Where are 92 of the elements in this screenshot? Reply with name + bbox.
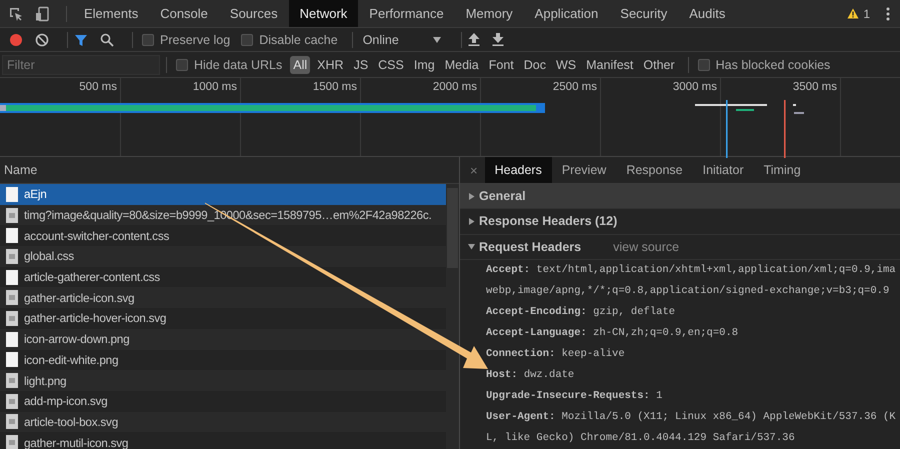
column-header[interactable]: Name: [4, 163, 38, 177]
header-line: L, like Gecko) Chrome/81.0.4044.129 Safari/537.36: [485, 430, 796, 446]
checkbox-label[interactable]: Hide data URLs: [194, 58, 282, 72]
time-tick: 2000 ms: [432, 80, 478, 93]
filter-field[interactable]: Filter: [2, 54, 160, 74]
panel-tab[interactable]: Elements: [73, 0, 150, 27]
checkbox[interactable]: [142, 34, 154, 46]
warning-icon: [847, 8, 860, 19]
checkbox[interactable]: [176, 58, 188, 70]
warning-counter[interactable]: 1: [847, 6, 870, 20]
image-file-icon: [6, 414, 18, 430]
checkbox-label[interactable]: Disable cache: [259, 32, 338, 46]
image-file-icon: [6, 435, 18, 449]
image-file-icon: [6, 248, 18, 264]
document-icon: [6, 332, 18, 347]
type-filter[interactable]: Img: [410, 56, 438, 74]
document-icon: [6, 228, 18, 244]
type-filter[interactable]: Doc: [520, 56, 549, 74]
panel-tab[interactable]: Network: [288, 0, 358, 27]
document-icon: [6, 352, 18, 368]
header-line: Host: dwz.date: [485, 368, 576, 383]
section-title[interactable]: Response Headers (12): [479, 214, 618, 228]
header-line: Accept: text/html,application/xhtml+xml,application/xml;q=0.9,ima: [485, 262, 897, 278]
image-file-icon: [6, 208, 18, 223]
scrollbar[interactable]: [446, 184, 459, 449]
detail-tab[interactable]: Preview: [552, 157, 616, 183]
time-tick: 3000 ms: [672, 80, 718, 93]
type-filter[interactable]: WS: [553, 56, 580, 74]
panel-tab[interactable]: Console: [149, 0, 219, 27]
checkbox[interactable]: [698, 58, 710, 70]
expanded-triangle-icon[interactable]: [468, 243, 475, 250]
header-line: Connection: keep-alive: [485, 346, 626, 362]
panel-tab[interactable]: Memory: [454, 0, 524, 27]
device-icon[interactable]: [34, 6, 50, 22]
header-line: webp,image/apng,*/*;q=0.8,application/signed-exchange;v=b3;q=0.9: [485, 284, 890, 299]
image-file-icon: [6, 290, 18, 306]
type-filter[interactable]: XHR: [314, 56, 347, 74]
request-row[interactable]: article-tool-box.svg: [0, 412, 446, 432]
detail-tab[interactable]: Response: [616, 157, 693, 183]
caret-icon: [432, 36, 441, 42]
header-line: Accept-Language: zh-CN,zh;q=0.9,en;q=0.8: [485, 326, 740, 341]
checkbox[interactable]: [241, 34, 254, 46]
detail-tab[interactable]: Headers: [484, 157, 552, 183]
detail-tab[interactable]: Initiator: [692, 157, 754, 183]
request-row[interactable]: aEjn: [0, 184, 446, 205]
inspect-icon[interactable]: [8, 6, 24, 22]
section-title[interactable]: Request Headers: [479, 240, 582, 254]
header-line: Accept-Encoding: gzip, deflate: [485, 304, 676, 320]
type-filter[interactable]: CSS: [375, 56, 407, 74]
request-row[interactable]: icon-arrow-down.png: [0, 328, 446, 350]
more-menu-icon[interactable]: [886, 6, 890, 20]
request-row[interactable]: global.css: [0, 246, 446, 267]
clear-icon[interactable]: [35, 32, 49, 46]
type-filter[interactable]: JS: [350, 56, 372, 74]
document-icon: [6, 270, 18, 285]
time-tick: 500 ms: [79, 80, 118, 93]
time-tick: 3500 ms: [792, 80, 838, 93]
request-row[interactable]: gather-article-icon.svg: [0, 287, 446, 308]
type-filter[interactable]: Media: [442, 56, 482, 74]
type-filter[interactable]: All: [290, 56, 310, 74]
image-file-icon: [6, 373, 18, 388]
checkbox-label[interactable]: Has blocked cookies: [716, 58, 830, 72]
upload-icon[interactable]: [468, 33, 480, 46]
panel-tab[interactable]: Sources: [218, 0, 289, 27]
document-icon: [6, 186, 18, 202]
panel-tab[interactable]: Application: [524, 0, 610, 27]
request-row[interactable]: light.png: [0, 370, 446, 391]
panel-tab[interactable]: Performance: [358, 0, 455, 27]
type-filter[interactable]: Other: [640, 56, 678, 74]
section-title[interactable]: General: [479, 189, 526, 204]
type-filter[interactable]: Font: [486, 56, 517, 74]
image-file-icon: [6, 394, 18, 409]
throttling-dropdown[interactable]: Online: [358, 32, 445, 48]
download-icon[interactable]: [492, 33, 504, 46]
panel-tab[interactable]: Security: [609, 0, 678, 27]
image-file-icon: [6, 310, 18, 326]
detail-tab[interactable]: Timing: [754, 157, 811, 183]
panel-tab[interactable]: Audits: [678, 0, 736, 27]
time-tick: 2500 ms: [552, 80, 598, 93]
header-line: User-Agent: Mozilla/5.0 (X11; Linux x86_64) AppleWebKit/537.36 (K: [485, 410, 897, 425]
checkbox-label[interactable]: Preserve log: [160, 32, 230, 46]
collapsed-triangle-icon[interactable]: [468, 192, 475, 200]
time-tick: 1500 ms: [312, 80, 358, 93]
search-icon[interactable]: [100, 32, 114, 46]
filter-icon[interactable]: [74, 32, 88, 46]
view-source-link[interactable]: view source: [613, 240, 680, 254]
header-line: Upgrade-Insecure-Requests: 1: [485, 388, 664, 404]
collapsed-triangle-icon[interactable]: [468, 218, 475, 225]
type-filter[interactable]: Manifest: [583, 56, 636, 74]
time-tick: 1000 ms: [192, 80, 238, 93]
scrollbar-thumb[interactable]: [447, 188, 458, 268]
record-button[interactable]: [9, 32, 23, 46]
